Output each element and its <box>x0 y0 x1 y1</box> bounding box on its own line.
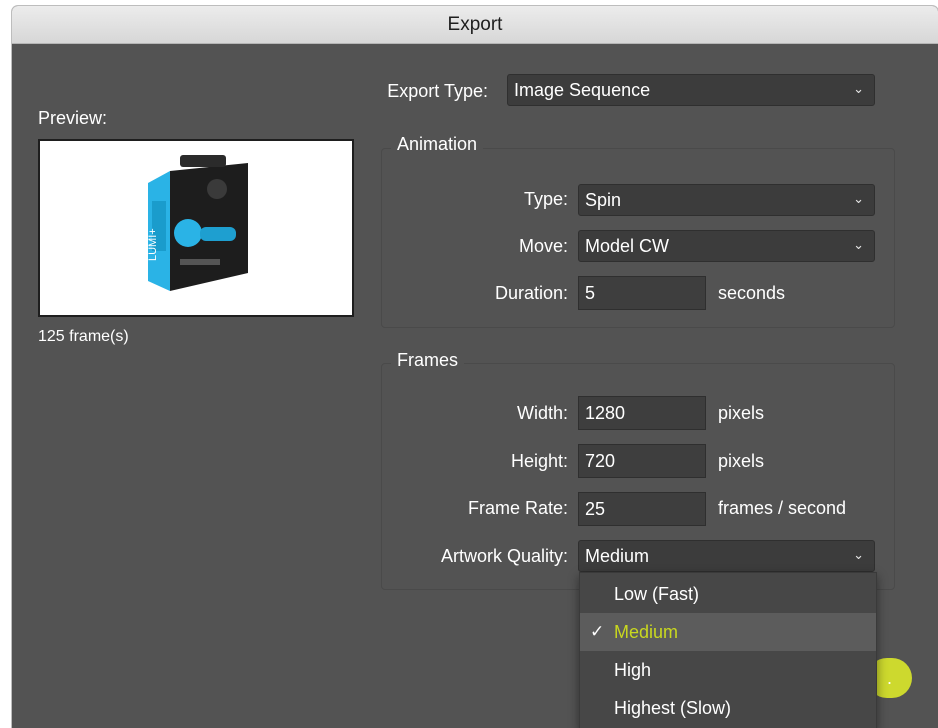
anim-type-select[interactable]: Spin ⌄ <box>578 184 875 216</box>
menu-item-low[interactable]: Low (Fast) <box>580 575 876 613</box>
artwork-quality-menu: Low (Fast) ✓ Medium High Highest (Slow) <box>579 572 877 728</box>
menu-item-label: Low (Fast) <box>614 584 700 604</box>
frame-rate-input[interactable]: 25 <box>578 492 706 526</box>
duration-unit: seconds <box>718 283 786 303</box>
move-value: Model CW <box>585 236 670 256</box>
menu-item-high[interactable]: High <box>580 651 876 689</box>
menu-item-label: High <box>614 660 652 680</box>
artwork-quality-value: Medium <box>585 546 650 566</box>
menu-item-highest[interactable]: Highest (Slow) <box>580 689 876 727</box>
duration-input[interactable]: 5 <box>578 276 706 310</box>
frame-count: 125 frame(s) <box>38 328 129 345</box>
menu-item-label: Highest (Slow) <box>614 698 732 718</box>
chevron-down-icon: ⌄ <box>853 81 864 96</box>
preview-image: LUMI+ <box>38 139 354 317</box>
product-box-image: LUMI+ <box>147 155 248 291</box>
menu-item-medium[interactable]: ✓ Medium <box>580 613 876 651</box>
menu-item-label: Medium <box>614 622 679 642</box>
move-label: Move: <box>518 236 568 256</box>
chevron-down-icon: ⌄ <box>853 237 864 252</box>
height-label: Height: <box>510 451 568 471</box>
chevron-down-icon: ⌄ <box>853 191 864 206</box>
checkmark-icon: ✓ <box>590 622 605 641</box>
width-unit: pixels <box>718 403 765 423</box>
title-bar: Export <box>12 6 938 44</box>
artwork-quality-select[interactable]: Medium ⌄ <box>578 540 875 572</box>
duration-label: Duration: <box>494 283 568 303</box>
move-select[interactable]: Model CW ⌄ <box>578 230 875 262</box>
export-type-select[interactable]: Image Sequence ⌄ <box>507 74 875 106</box>
animation-title: Animation <box>391 134 484 155</box>
width-input[interactable]: 1280 <box>578 396 706 430</box>
frame-rate-label: Frame Rate: <box>467 498 568 518</box>
height-input[interactable]: 720 <box>578 444 706 478</box>
frame-rate-unit: frames / second <box>718 498 847 518</box>
width-label: Width: <box>516 403 568 423</box>
preview-label: Preview: <box>38 108 108 128</box>
anim-type-value: Spin <box>585 190 622 210</box>
export-dialog: Export Preview: LUMI+ 125 frame(s) Expor… <box>12 6 938 728</box>
ok-button-label: . <box>886 668 892 688</box>
window-title: Export <box>447 13 503 35</box>
product-label: LUMI+ <box>147 228 159 261</box>
height-unit: pixels <box>718 451 765 471</box>
artwork-quality-label: Artwork Quality: <box>440 546 568 566</box>
anim-type-label: Type: <box>523 189 568 209</box>
export-type-value: Image Sequence <box>514 80 651 100</box>
export-type-label: Export Type: <box>387 81 488 101</box>
chevron-down-icon: ⌄ <box>853 547 864 562</box>
frames-title: Frames <box>391 350 465 371</box>
